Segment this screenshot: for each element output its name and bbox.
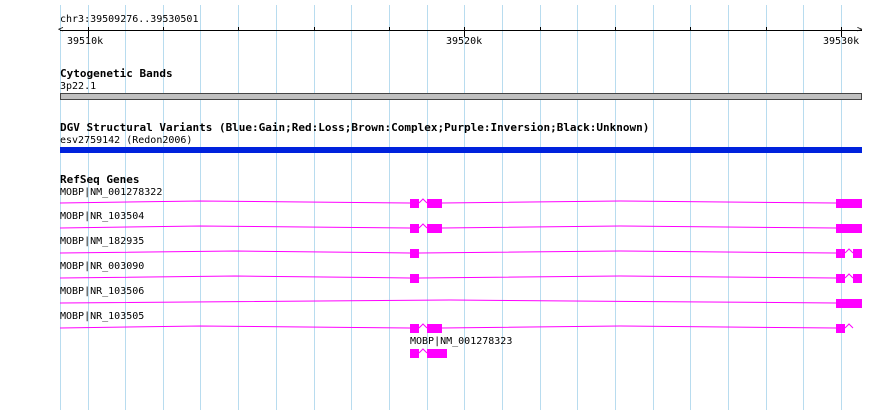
- gene-model-nr-003090[interactable]: [59, 273, 862, 283]
- gene-model-nm-182935[interactable]: [59, 248, 862, 258]
- gene-model-nm-001278322[interactable]: [59, 198, 862, 208]
- gene-model-nr-103506[interactable]: [59, 299, 862, 308]
- gene-model-nm-001278323[interactable]: [410, 348, 447, 358]
- gene-model-nr-103505[interactable]: [59, 323, 854, 333]
- refseq-gene-models: [59, 198, 862, 358]
- gene-model-nr-103504[interactable]: [59, 223, 862, 233]
